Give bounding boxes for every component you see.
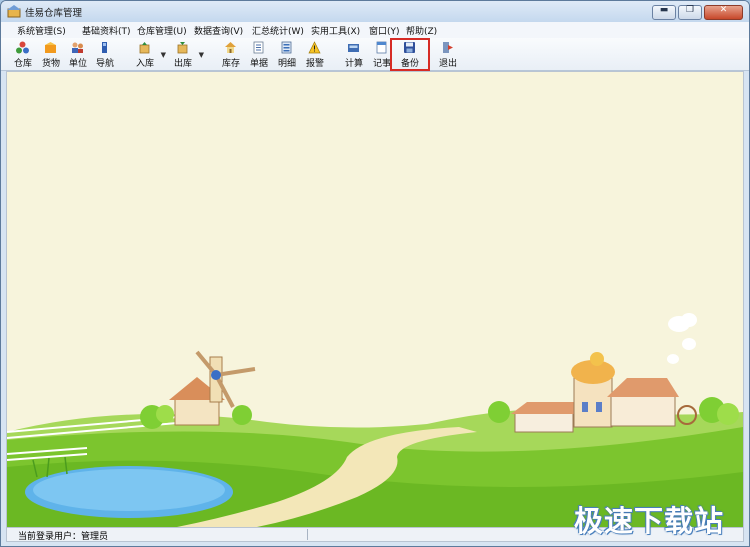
- menu-bar: 系统管理(S) 基础资料(T) 仓库管理(U) 数据查询(V) 汇总统计(W) …: [1, 22, 749, 39]
- toolbar-details-button[interactable]: 明细: [273, 39, 301, 69]
- menu-system[interactable]: 系统管理(S): [17, 24, 66, 37]
- menu-query[interactable]: 数据查询(V): [194, 24, 243, 37]
- toolbar-goods-button[interactable]: 货物: [37, 39, 65, 69]
- menu-help[interactable]: 帮助(Z): [406, 24, 437, 37]
- notes-icon: [376, 41, 387, 54]
- close-icon: ✕: [719, 5, 728, 15]
- toolbar-documents-button[interactable]: 单据: [245, 39, 273, 69]
- stock-out-icon: [177, 42, 188, 54]
- menu-warehouse[interactable]: 仓库管理(U): [137, 24, 187, 37]
- minimize-icon: ▬: [659, 5, 669, 15]
- warehouse-icon: [16, 41, 29, 54]
- stock-in-icon: [139, 42, 150, 54]
- goods-icon: [45, 42, 56, 53]
- minimize-button[interactable]: ▬: [652, 5, 676, 20]
- navigation-icon: [102, 42, 107, 53]
- backup-highlight-frame: [390, 38, 430, 71]
- toolbar-alarm-button[interactable]: 报警: [301, 39, 329, 69]
- documents-icon: [253, 41, 264, 54]
- menu-basic-data[interactable]: 基础资料(T): [82, 24, 131, 37]
- toolbar-stock-in-button[interactable]: 入库 ▼: [131, 39, 166, 69]
- toolbar-stock-out-button[interactable]: 出库 ▼: [169, 39, 204, 69]
- stock-in-dropdown-icon[interactable]: ▼: [161, 51, 166, 59]
- menu-summary[interactable]: 汇总统计(W): [252, 24, 304, 37]
- window-title: 佳易仓库管理: [25, 8, 83, 19]
- toolbar-navigation-button[interactable]: 导航: [91, 39, 119, 69]
- calculator-icon: [348, 44, 359, 52]
- toolbar-inventory-button[interactable]: 库存: [217, 39, 245, 69]
- inventory-icon: [225, 42, 236, 53]
- close-button[interactable]: ✕: [704, 5, 743, 20]
- app-icon: [7, 5, 21, 18]
- toolbar: 仓库 货物 单位 导航 入库 ▼ 出库 ▼ 库存 单据 明细 报警 计算 记事 …: [1, 38, 749, 71]
- content-area: [6, 71, 744, 528]
- menu-window[interactable]: 窗口(Y): [369, 24, 400, 37]
- watermark-logo-text: 极速下载站: [574, 504, 725, 538]
- landscape-background-illustration: [7, 72, 743, 527]
- alarm-icon: [308, 41, 321, 54]
- status-divider: [307, 529, 308, 540]
- exit-icon: [443, 42, 453, 53]
- toolbar-calculator-button[interactable]: 计算: [340, 39, 368, 69]
- current-user-status: 当前登录用户：管理员: [18, 532, 109, 542]
- restore-button[interactable]: ❐: [678, 5, 702, 20]
- restore-icon: ❐: [685, 5, 695, 15]
- toolbar-exit-button[interactable]: 退出: [434, 39, 462, 69]
- title-bar: 佳易仓库管理 ▬ ❐ ✕: [1, 1, 749, 22]
- toolbar-unit-button[interactable]: 单位: [64, 39, 92, 69]
- details-icon: [281, 41, 292, 54]
- unit-icon: [72, 42, 83, 53]
- toolbar-warehouse-button[interactable]: 仓库: [9, 39, 37, 69]
- menu-tools[interactable]: 实用工具(X): [311, 24, 360, 37]
- stock-out-dropdown-icon[interactable]: ▼: [199, 51, 204, 59]
